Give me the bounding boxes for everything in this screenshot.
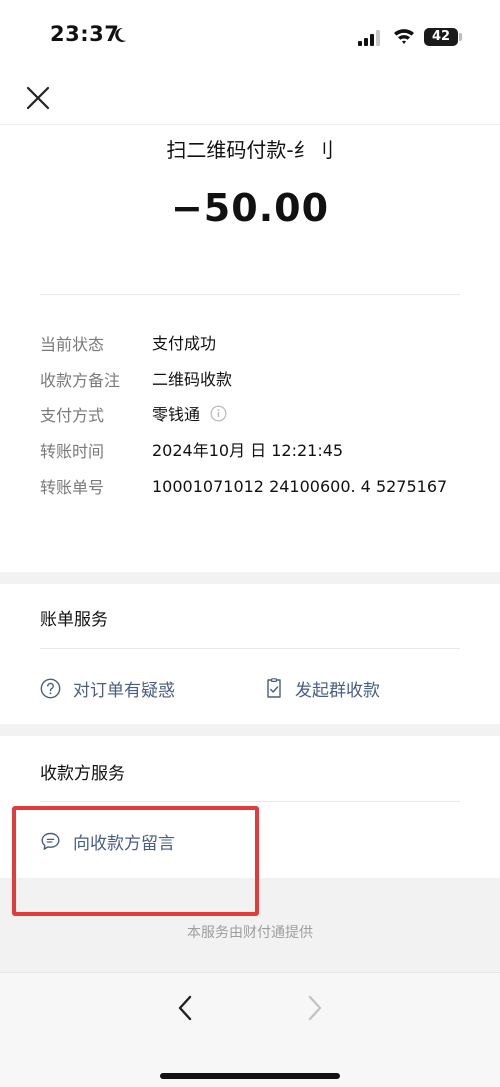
detail-value: 支付成功 bbox=[152, 334, 217, 353]
section-separator bbox=[0, 724, 500, 736]
detail-label: 支付方式 bbox=[40, 406, 105, 425]
bill-service-title: 账单服务 bbox=[40, 610, 108, 630]
battery-indicator: 42 bbox=[424, 28, 458, 46]
detail-value-wrap: 零钱通 bbox=[152, 402, 462, 427]
forward-button[interactable] bbox=[298, 991, 330, 1025]
provider-note: 本服务由财付通提供 bbox=[187, 925, 313, 941]
order-question-label: 对订单有疑惑 bbox=[73, 681, 175, 701]
wifi-icon bbox=[394, 29, 414, 44]
group-collection-label: 发起群收款 bbox=[295, 681, 380, 701]
info-icon[interactable] bbox=[210, 405, 227, 422]
battery-tip bbox=[459, 33, 462, 41]
cellular-signal-icon bbox=[358, 30, 380, 46]
header-divider bbox=[40, 294, 460, 295]
detail-label: 转账单号 bbox=[40, 478, 105, 497]
chevron-right-icon bbox=[308, 995, 322, 1021]
detail-value: 二维码收款 bbox=[152, 370, 233, 389]
transaction-title: 扫二维码付款-纟刂 bbox=[166, 138, 334, 162]
detail-value: 2024年10月 日 12:21:45 bbox=[152, 441, 344, 460]
group-collection-link[interactable]: 发起群收款 bbox=[265, 676, 380, 701]
bottom-toolbar bbox=[0, 972, 500, 1087]
section-divider bbox=[40, 648, 460, 649]
chevron-left-icon bbox=[178, 995, 192, 1021]
status-time: 23:37 bbox=[50, 22, 120, 46]
message-payee-label: 向收款方留言 bbox=[73, 834, 175, 854]
detail-value: 10001071012 24100600. 4 5275167 bbox=[152, 477, 448, 496]
chat-bubble-icon bbox=[41, 832, 60, 850]
payment-method-value: 零钱通 bbox=[152, 405, 201, 424]
close-icon bbox=[26, 86, 50, 110]
question-circle-icon bbox=[40, 678, 61, 699]
detail-label: 收款方备注 bbox=[40, 371, 121, 390]
close-button[interactable] bbox=[18, 78, 58, 118]
battery-percent: 42 bbox=[431, 29, 451, 44]
detail-label: 当前状态 bbox=[40, 335, 105, 354]
status-bar: 23:37 42 bbox=[0, 0, 500, 70]
back-button[interactable] bbox=[170, 991, 202, 1025]
section-separator bbox=[0, 572, 500, 584]
moon-icon bbox=[115, 27, 127, 42]
nav-divider bbox=[0, 124, 500, 125]
home-indicator bbox=[160, 1073, 340, 1079]
detail-label: 转账时间 bbox=[40, 442, 105, 461]
payee-service-title: 收款方服务 bbox=[40, 764, 125, 784]
order-question-link[interactable]: 对订单有疑惑 bbox=[40, 676, 175, 701]
transaction-amount: −50.00 bbox=[170, 186, 330, 230]
document-check-icon bbox=[267, 678, 281, 698]
section-divider bbox=[40, 801, 460, 802]
message-payee-link[interactable]: 向收款方留言 bbox=[40, 829, 175, 854]
